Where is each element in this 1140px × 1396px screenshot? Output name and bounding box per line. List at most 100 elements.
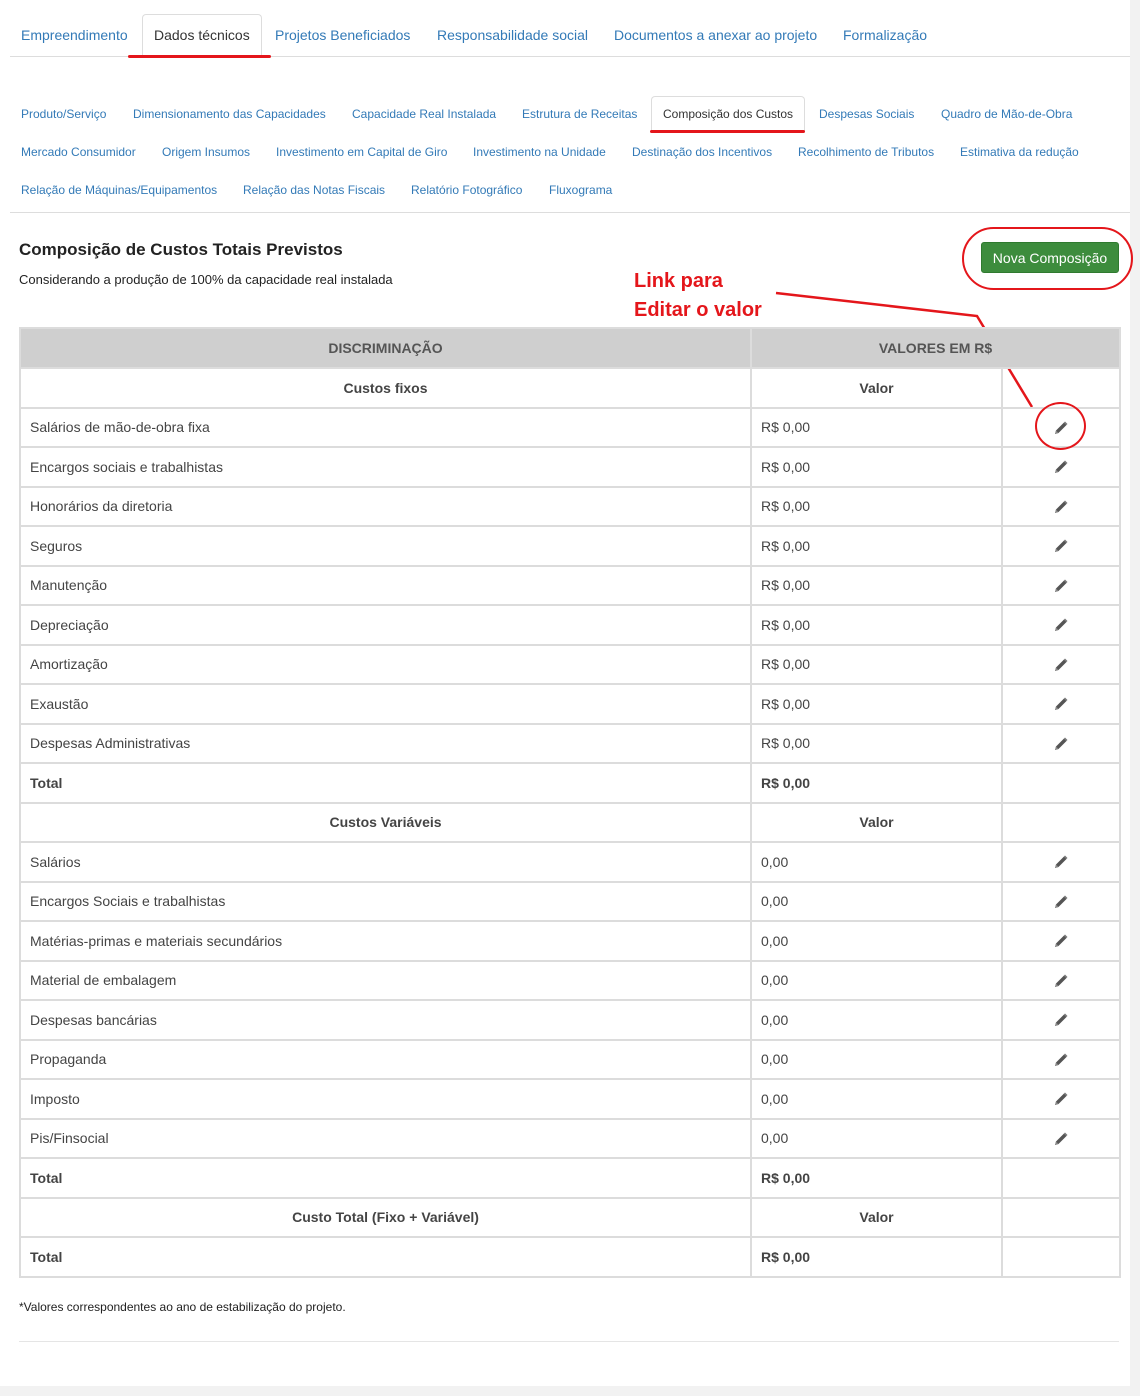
table-row: Seguros R$ 0,00 — [19, 525, 1121, 567]
tab-responsabilidade-social[interactable]: Responsabilidade social — [426, 14, 599, 56]
pencil-icon[interactable] — [1053, 1090, 1069, 1106]
footnote: *Valores correspondentes ao ano de estab… — [19, 1300, 346, 1314]
tab-formalizacao[interactable]: Formalização — [832, 14, 938, 56]
subtab-origem-insumos[interactable]: Origem Insumos — [151, 134, 261, 170]
row-value: 0,00 — [750, 1117, 1003, 1159]
row-label: Manutenção — [19, 564, 752, 606]
subtab-maquinas-equipamentos[interactable]: Relação de Máquinas/Equipamentos — [10, 172, 228, 208]
section-header-row: Custos Variáveis Valor — [19, 801, 1121, 843]
row-label: Amortização — [19, 643, 752, 685]
subtab-quadro-mao-de-obra[interactable]: Quadro de Mão-de-Obra — [930, 96, 1083, 132]
subtab-estimativa-reducao[interactable]: Estimativa da redução — [949, 134, 1090, 170]
edit-link[interactable] — [1001, 1078, 1121, 1120]
pencil-icon[interactable] — [1053, 932, 1069, 948]
row-value: 0,00 — [750, 999, 1003, 1041]
row-label: Exaustão — [19, 683, 752, 725]
empty-cell — [1001, 801, 1121, 843]
subtab-mercado-consumidor[interactable]: Mercado Consumidor — [10, 134, 147, 170]
pencil-icon[interactable] — [1053, 537, 1069, 553]
pencil-icon[interactable] — [1053, 458, 1069, 474]
costs-table: DISCRIMINAÇÃO VALORES EM R$ Custos fixos… — [19, 327, 1121, 1278]
subtab-recolhimento-tributos[interactable]: Recolhimento de Tributos — [787, 134, 945, 170]
edit-link[interactable] — [1001, 880, 1121, 922]
main-tabs: Empreendimento Dados técnicos Projetos B… — [10, 14, 1130, 57]
pencil-icon[interactable] — [1053, 656, 1069, 672]
row-label: Propaganda — [19, 1038, 752, 1080]
row-value: 0,00 — [750, 959, 1003, 1001]
edit-link[interactable] — [1001, 446, 1121, 488]
row-label: Salários de mão-de-obra fixa — [19, 406, 752, 448]
edit-link[interactable] — [1001, 841, 1121, 883]
value-header: Valor — [750, 1196, 1003, 1238]
subtab-composicao-custos[interactable]: Composição dos Custos — [651, 96, 806, 132]
edit-link[interactable] — [1001, 604, 1121, 646]
pencil-icon[interactable] — [1053, 1130, 1069, 1146]
pencil-icon[interactable] — [1053, 1051, 1069, 1067]
edit-link[interactable] — [1001, 485, 1121, 527]
subtab-produto-servico[interactable]: Produto/Serviço — [10, 96, 117, 132]
row-label: Pis/Finsocial — [19, 1117, 752, 1159]
page-title: Composição de Custos Totais Previstos — [19, 240, 343, 259]
edit-link[interactable] — [1001, 1038, 1121, 1080]
table-row: Encargos sociais e trabalhistas R$ 0,00 — [19, 446, 1121, 488]
page: Empreendimento Dados técnicos Projetos B… — [0, 0, 1133, 1386]
row-label: Despesas Administrativas — [19, 722, 752, 764]
subtab-capital-giro[interactable]: Investimento em Capital de Giro — [265, 134, 458, 170]
pencil-icon[interactable] — [1053, 1011, 1069, 1027]
subtab-despesas-sociais[interactable]: Despesas Sociais — [808, 96, 925, 132]
pencil-icon[interactable] — [1053, 616, 1069, 632]
pencil-icon[interactable] — [1053, 695, 1069, 711]
value-header: Valor — [750, 801, 1003, 843]
row-value: 0,00 — [750, 1078, 1003, 1120]
edit-link[interactable] — [1001, 920, 1121, 962]
edit-link[interactable] — [1001, 564, 1121, 606]
pencil-icon[interactable] — [1053, 577, 1069, 593]
total-row: Total R$ 0,00 — [19, 762, 1121, 804]
pencil-icon[interactable] — [1053, 498, 1069, 514]
subtab-notas-fiscais[interactable]: Relação das Notas Fiscais — [232, 172, 396, 208]
row-label: Despesas bancárias — [19, 999, 752, 1041]
row-value: R$ 0,00 — [750, 485, 1003, 527]
edit-link[interactable] — [1001, 525, 1121, 567]
tab-dados-tecnicos[interactable]: Dados técnicos — [142, 14, 262, 57]
empty-cell — [1001, 1157, 1121, 1199]
subtab-fluxograma[interactable]: Fluxograma — [538, 172, 623, 208]
edit-link[interactable] — [1001, 959, 1121, 1001]
total-label: Total — [19, 762, 752, 804]
pencil-icon[interactable] — [1053, 853, 1069, 869]
edit-link[interactable] — [1001, 1117, 1121, 1159]
subtab-dimensionamento[interactable]: Dimensionamento das Capacidades — [122, 96, 337, 132]
row-value: 0,00 — [750, 841, 1003, 883]
edit-link[interactable] — [1001, 999, 1121, 1041]
total-label: Total — [19, 1236, 752, 1278]
footer-divider — [19, 1341, 1119, 1342]
subtab-capacidade-real[interactable]: Capacidade Real Instalada — [341, 96, 507, 132]
edit-link[interactable] — [1001, 722, 1121, 764]
edit-link[interactable] — [1001, 643, 1121, 685]
pencil-icon[interactable] — [1053, 972, 1069, 988]
row-label: Depreciação — [19, 604, 752, 646]
table-row: Despesas Administrativas R$ 0,00 — [19, 722, 1121, 764]
row-value: 0,00 — [750, 920, 1003, 962]
edit-link[interactable] — [1001, 683, 1121, 725]
pencil-icon[interactable] — [1053, 735, 1069, 751]
table-row: Manutenção R$ 0,00 — [19, 564, 1121, 606]
total-row: Total R$ 0,00 — [19, 1157, 1121, 1199]
table-row: Exaustão R$ 0,00 — [19, 683, 1121, 725]
page-subtitle: Considerando a produção de 100% da capac… — [19, 272, 393, 287]
annotation-circle-edit — [1035, 402, 1086, 450]
row-value: R$ 0,00 — [750, 683, 1003, 725]
total-value: R$ 0,00 — [750, 1157, 1003, 1199]
row-value: R$ 0,00 — [750, 604, 1003, 646]
row-label: Salários — [19, 841, 752, 883]
subtab-investimento-unidade[interactable]: Investimento na Unidade — [462, 134, 617, 170]
value-header: Valor — [750, 367, 1003, 409]
subtab-estrutura-receitas[interactable]: Estrutura de Receitas — [511, 96, 648, 132]
tab-empreendimento[interactable]: Empreendimento — [10, 14, 139, 56]
tab-documentos[interactable]: Documentos a anexar ao projeto — [603, 14, 828, 56]
pencil-icon[interactable] — [1053, 893, 1069, 909]
table-header-row: DISCRIMINAÇÃO VALORES EM R$ — [19, 327, 1121, 369]
subtab-destinacao-incentivos[interactable]: Destinação dos Incentivos — [621, 134, 783, 170]
subtab-relatorio-fotografico[interactable]: Relatório Fotográfico — [400, 172, 533, 208]
tab-projetos-beneficiados[interactable]: Projetos Beneficiados — [264, 14, 421, 56]
